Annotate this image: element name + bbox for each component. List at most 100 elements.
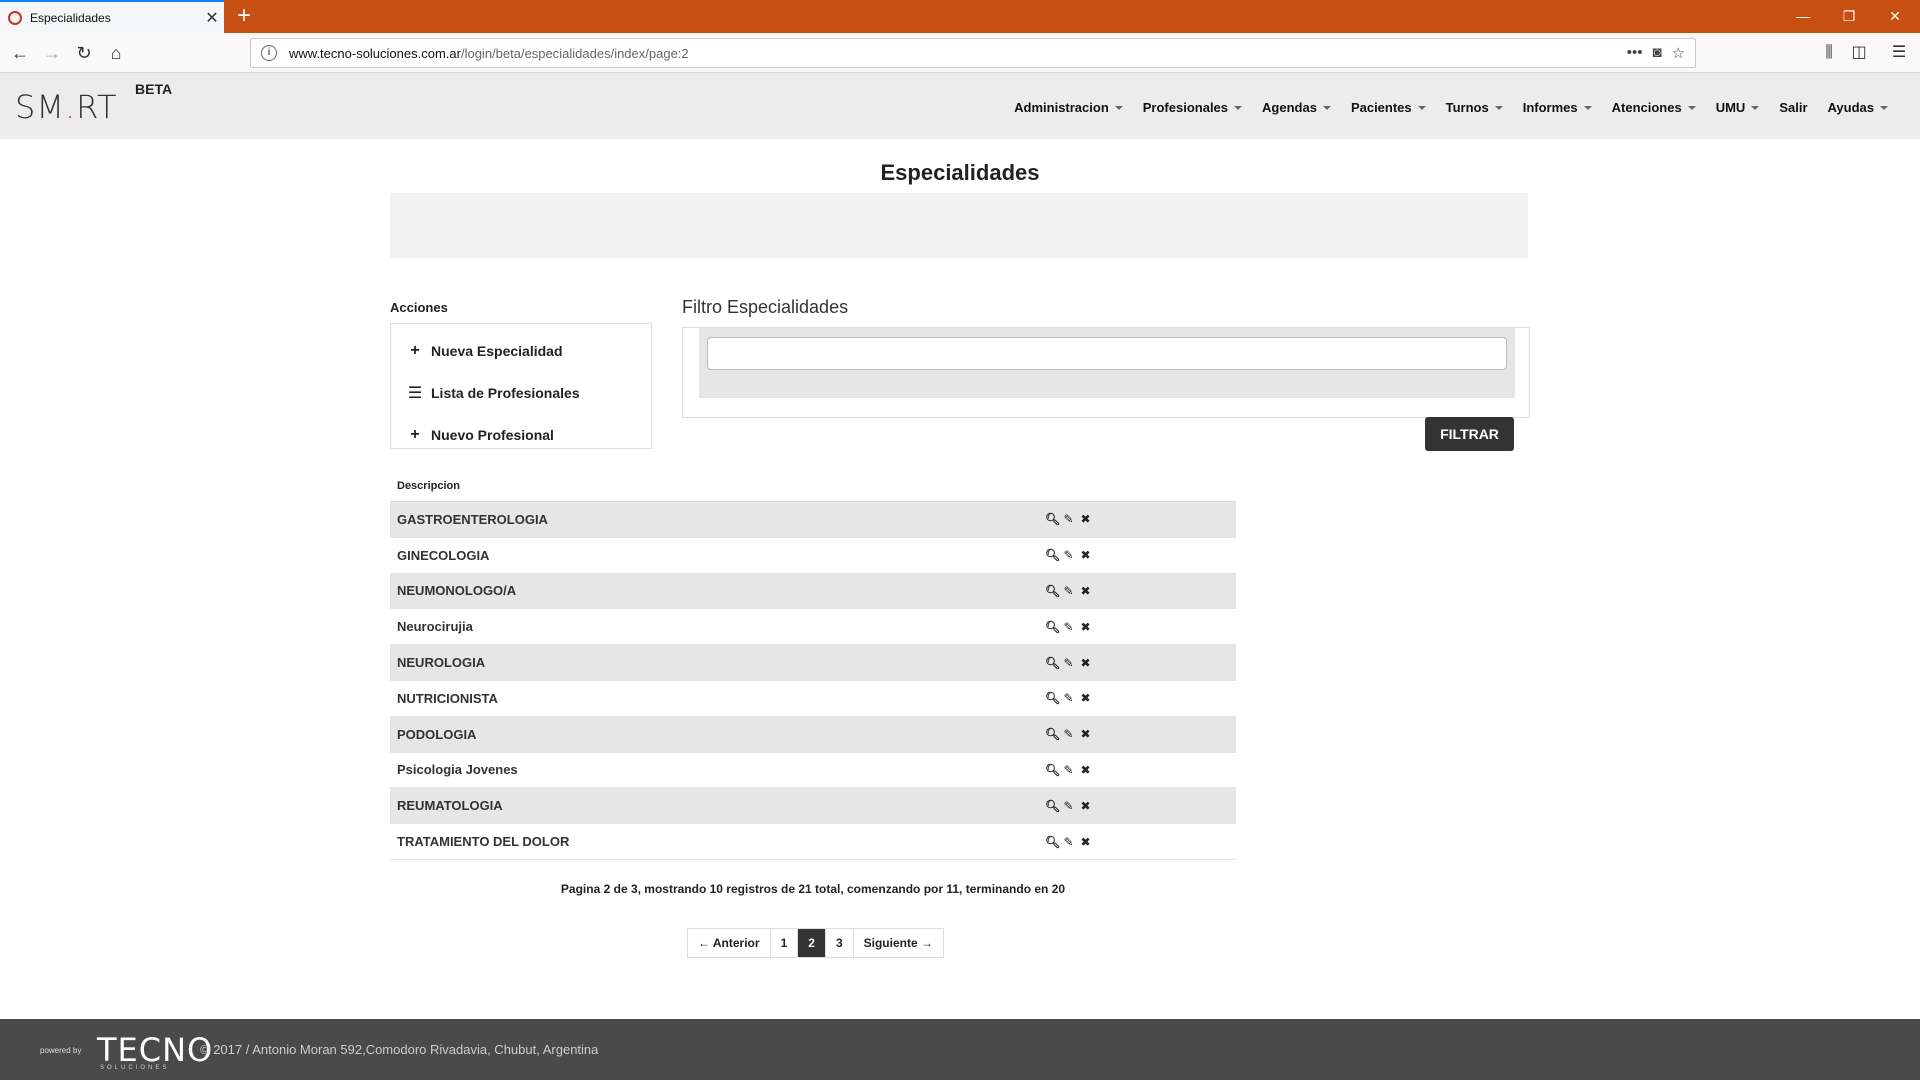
next-page-button[interactable]: Siguiente → [854,929,943,957]
browser-titlebar: Especialidades ✕ + — ❐ ✕ [0,0,1920,33]
view-icon[interactable]: 🔍︎ [1045,691,1060,705]
edit-icon[interactable]: ✎ [1062,835,1075,849]
filter-input[interactable] [707,337,1507,370]
beta-label: BETA [135,81,173,97]
edit-icon[interactable]: ✎ [1062,799,1075,813]
filter-inner [699,328,1515,398]
minimize-icon[interactable]: — [1780,0,1826,33]
edit-icon[interactable]: ✎ [1062,763,1075,777]
tecno-logo-subtitle: SOLUCIONES [100,1065,170,1071]
row-description: REUMATOLOGIA [397,798,503,814]
browser-tab[interactable]: Especialidades ✕ [0,0,224,33]
delete-icon[interactable]: ✖ [1079,656,1092,670]
view-icon[interactable]: 🔍︎ [1045,799,1060,813]
view-icon[interactable]: 🔍︎ [1045,584,1060,598]
view-icon[interactable]: 🔍︎ [1045,548,1060,562]
edit-icon[interactable]: ✎ [1062,656,1075,670]
table-row: GINECOLOGIA 🔍︎ ✎ ✖ [390,538,1236,574]
caret-down-icon [1687,105,1696,110]
edit-icon[interactable]: ✎ [1062,512,1075,526]
nueva-especialidad-link[interactable]: + Nueva Especialidad [391,330,651,372]
plus-icon: + [410,342,420,359]
caret-down-icon [1751,105,1760,110]
view-icon[interactable]: 🔍︎ [1045,620,1060,634]
delete-icon[interactable]: ✖ [1079,835,1092,849]
forward-icon[interactable]: → [38,39,66,67]
url-bar[interactable]: i www.tecno-soluciones.com.ar /login/bet… [250,38,1696,68]
delete-icon[interactable]: ✖ [1079,691,1092,705]
copyright-text: © 2017 / Antonio Moran 592,Comodoro Riva… [200,1042,599,1057]
view-icon[interactable]: 🔍︎ [1045,763,1060,777]
menu-atenciones[interactable]: Atenciones [1602,100,1706,115]
delete-icon[interactable]: ✖ [1079,799,1092,813]
delete-icon[interactable]: ✖ [1079,620,1092,634]
url-path: /login/beta/especialidades/index/page:2 [460,45,689,61]
window-close-icon[interactable]: ✕ [1872,0,1918,33]
restore-icon[interactable]: ❐ [1826,0,1872,33]
more-icon[interactable]: ••• [1627,44,1643,62]
page-2-current: 2 [798,929,826,957]
nuevo-profesional-link[interactable]: + Nuevo Profesional [391,414,651,456]
page-title: Especialidades [880,160,1040,185]
especialidades-table: Descripcion GASTROENTEROLOGIA 🔍︎ ✎ ✖ GINECO… [390,475,1236,860]
table-row: Psicologia Jovenes 🔍︎ ✎ ✖ [390,753,1236,789]
page-1-button[interactable]: 1 [771,929,799,957]
caret-down-icon [1494,105,1503,110]
edit-icon[interactable]: ✎ [1062,584,1075,598]
delete-icon[interactable]: ✖ [1079,727,1092,741]
edit-icon[interactable]: ✎ [1062,727,1075,741]
delete-icon[interactable]: ✖ [1079,512,1092,526]
view-icon[interactable]: 🔍︎ [1045,727,1060,741]
smart-logo[interactable]: SM.RT [15,88,118,126]
row-description: GINECOLOGIA [397,547,490,563]
menu-turnos[interactable]: Turnos [1436,100,1513,115]
lista-profesionales-link[interactable]: ☰ Lista de Profesionales [391,372,651,414]
row-description: GASTROENTEROLOGIA [397,511,548,527]
page-3-button[interactable]: 3 [826,929,854,957]
menu-pacientes[interactable]: Pacientes [1341,100,1436,115]
menu-informes[interactable]: Informes [1513,100,1602,115]
menu-administracion[interactable]: Administracion [1004,100,1133,115]
close-tab-icon[interactable]: ✕ [200,8,224,28]
home-icon[interactable]: ⌂ [102,39,130,67]
table-row: NEUROLOGIA 🔍︎ ✎ ✖ [390,645,1236,681]
star-icon[interactable]: ☆ [1672,44,1685,62]
edit-icon[interactable]: ✎ [1062,691,1075,705]
delete-icon[interactable]: ✖ [1079,548,1092,562]
main-menu: Administracion Profesionales Agendas Pac… [1004,100,1898,115]
row-description: Neurocirujia [397,619,473,635]
menu-agendas[interactable]: Agendas [1252,100,1341,115]
row-description: TRATAMIENTO DEL DOLOR [397,834,570,850]
edit-icon[interactable]: ✎ [1062,620,1075,634]
menu-profesionales[interactable]: Profesionales [1133,100,1252,115]
reload-icon[interactable]: ↻ [70,39,98,67]
view-icon[interactable]: 🔍︎ [1045,512,1060,526]
favicon-icon [8,10,22,25]
menu-ayudas[interactable]: Ayudas [1818,100,1898,115]
library-icon[interactable]: ⫼ [1818,42,1840,64]
url-host: www.tecno-soluciones.com.ar [289,45,461,61]
row-description: PODOLOGIA [397,726,477,742]
flash-message-area [390,193,1528,258]
view-icon[interactable]: 🔍︎ [1045,656,1060,670]
info-icon[interactable]: i [261,45,277,61]
menu-salir[interactable]: Salir [1769,100,1817,115]
table-row: TRATAMIENTO DEL DOLOR 🔍︎ ✎ ✖ [390,824,1236,860]
filtrar-button[interactable]: FILTRAR [1425,417,1514,451]
table-row: NUTRICIONISTA 🔍︎ ✎ ✖ [390,681,1236,717]
column-header-descripcion[interactable]: Descripcion [390,475,1236,502]
row-description: Psicologia Jovenes [397,762,518,778]
delete-icon[interactable]: ✖ [1079,584,1092,598]
edit-icon[interactable]: ✎ [1062,548,1075,562]
pagination: ← Anterior 1 2 3 Siguiente → [687,928,944,958]
pocket-icon[interactable]: ◙ [1652,44,1661,62]
delete-icon[interactable]: ✖ [1079,763,1092,777]
hamburger-menu-icon[interactable]: ☰ [1888,42,1910,64]
menu-umu[interactable]: UMU [1706,100,1770,115]
prev-page-button[interactable]: ← Anterior [688,929,771,957]
sidebar-icon[interactable]: ◫ [1848,42,1870,64]
tab-title: Especialidades [30,10,111,25]
view-icon[interactable]: 🔍︎ [1045,835,1060,849]
back-icon[interactable]: ← [6,39,34,67]
new-tab-icon[interactable]: + [230,2,258,30]
